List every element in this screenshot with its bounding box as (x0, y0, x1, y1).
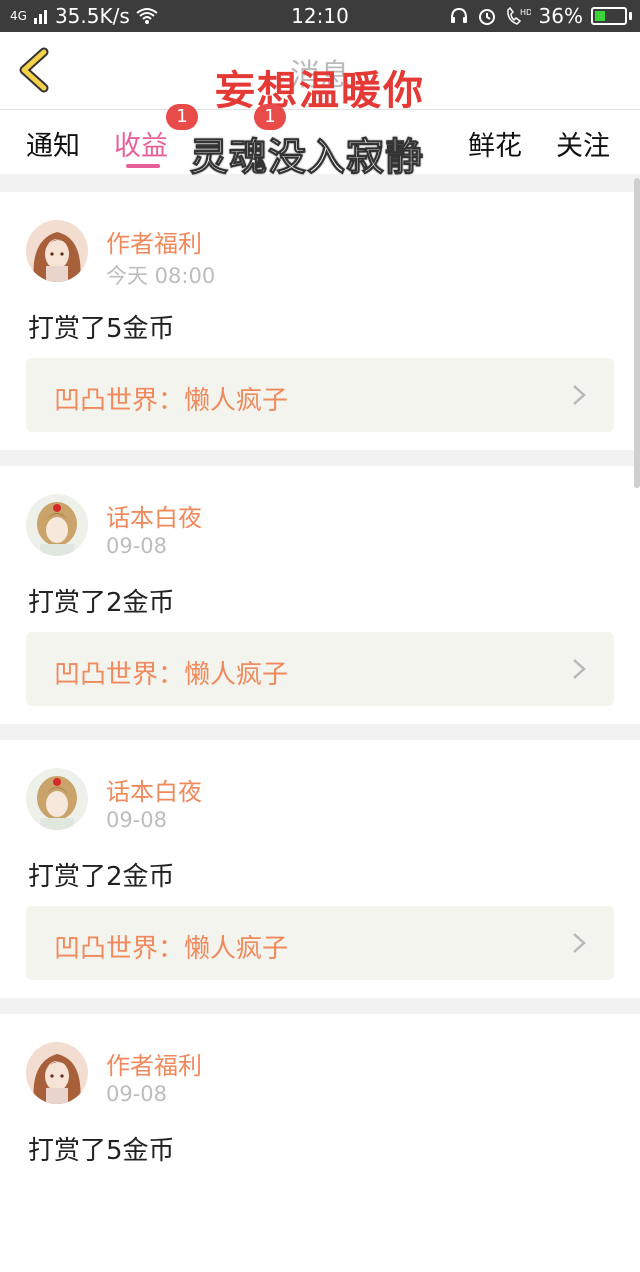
scrollbar[interactable] (634, 178, 640, 488)
active-tab-indicator (126, 164, 160, 168)
message-card: 作者福利 今天 08:00 打赏了5金币 凹凸世界：懒人疯子 (0, 192, 640, 450)
chevron-right-icon (573, 385, 586, 405)
message-card: 话本白夜 09-08 打赏了2金币 凹凸世界：懒人疯子 (0, 466, 640, 724)
message-time: 09-08 (106, 534, 168, 558)
tab-earnings[interactable]: 收益 (114, 124, 168, 163)
nav-bar: 消息 妄想温暖你 (0, 32, 640, 114)
message-time: 09-08 (106, 1082, 168, 1106)
overlay-watermark-text: 妄想温暖你 (215, 68, 425, 114)
work-link[interactable]: 凹凸世界：懒人疯子 (26, 906, 614, 980)
avatar[interactable] (26, 1042, 88, 1104)
hd-call-icon: HD (506, 6, 531, 25)
battery-percent: 36% (538, 4, 583, 28)
svg-text:HD: HD (520, 8, 531, 17)
message-text: 打赏了5金币 (28, 1136, 175, 1166)
work-link-label: 凹凸世界：懒人疯子 (54, 934, 289, 964)
sender-name[interactable]: 作者福利 (106, 224, 202, 259)
sender-name[interactable]: 作者福利 (106, 1046, 202, 1081)
message-time: 09-08 (106, 808, 168, 832)
avatar[interactable] (26, 768, 88, 830)
work-link[interactable]: 凹凸世界：懒人疯子 (26, 358, 614, 432)
message-text: 打赏了2金币 (28, 588, 175, 618)
chevron-right-icon (573, 933, 586, 953)
chevron-right-icon (573, 659, 586, 679)
tab-bar: 通知 收益 1 1 鲜花 关注 灵魂没入寂静 (0, 104, 640, 180)
tab-follow[interactable]: 关注 (556, 124, 610, 163)
status-bar: 4G 35.5K/s 12:10 HD 36% (0, 0, 640, 32)
message-time: 今天 08:00 (106, 264, 216, 288)
sender-name[interactable]: 话本白夜 (106, 772, 202, 807)
message-card: 话本白夜 09-08 打赏了2金币 凹凸世界：懒人疯子 (0, 740, 640, 998)
overlay-caption-text: 灵魂没入寂静 (189, 135, 425, 180)
tab-notifications[interactable]: 通知 (26, 124, 80, 163)
message-text: 打赏了5金币 (28, 314, 175, 344)
message-card: 作者福利 09-08 打赏了5金币 (0, 1014, 640, 1272)
battery-icon (591, 7, 632, 25)
sender-name[interactable]: 话本白夜 (106, 498, 202, 533)
avatar[interactable] (26, 494, 88, 556)
work-link-label: 凹凸世界：懒人疯子 (54, 660, 289, 690)
message-text: 打赏了2金币 (28, 862, 175, 892)
avatar[interactable] (26, 220, 88, 282)
work-link-label: 凹凸世界：懒人疯子 (54, 386, 289, 416)
alarm-icon (478, 9, 495, 25)
headphones-icon (450, 7, 467, 23)
tab-flowers[interactable]: 鲜花 (468, 124, 522, 163)
work-link[interactable]: 凹凸世界：懒人疯子 (26, 632, 614, 706)
